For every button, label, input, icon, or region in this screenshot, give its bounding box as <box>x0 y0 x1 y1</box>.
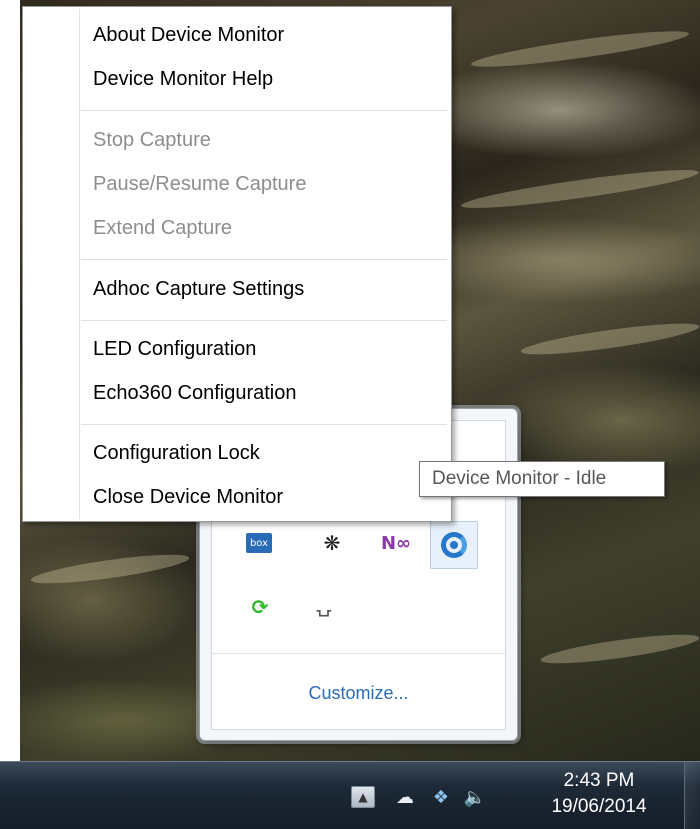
echo360-dot <box>450 541 458 549</box>
flyout-divider <box>212 653 505 654</box>
device-monitor-context-menu: About Device Monitor Device Monitor Help… <box>22 6 452 522</box>
show-hidden-icons-button[interactable]: ▲ <box>351 786 375 808</box>
menu-item-adhoc-capture-settings[interactable]: Adhoc Capture Settings <box>93 269 304 309</box>
sync-refresh-icon[interactable]: ⟳ <box>246 593 274 621</box>
menu-separator <box>81 424 447 426</box>
menu-separator <box>81 320 447 322</box>
menu-item-help[interactable]: Device Monitor Help <box>93 59 273 99</box>
dropbox-icon[interactable]: ❖ <box>428 786 454 808</box>
screen-edge <box>0 0 20 829</box>
taskbar-clock[interactable]: 2:43 PM 19/06/2014 <box>534 768 664 820</box>
wallpaper-streak <box>459 163 700 215</box>
onenote-icon[interactable]: N∞ <box>381 529 411 557</box>
wallpaper-streak <box>519 317 700 361</box>
menu-item-pause-resume-capture[interactable]: Pause/Resume Capture <box>93 164 306 204</box>
menu-item-extend-capture[interactable]: Extend Capture <box>93 208 232 248</box>
wallpaper-streak <box>539 628 700 670</box>
menu-separator <box>81 110 447 112</box>
menu-item-configuration-lock[interactable]: Configuration Lock <box>93 433 260 473</box>
device-monitor-tooltip: Device Monitor - Idle <box>419 461 665 497</box>
menu-item-led-configuration[interactable]: LED Configuration <box>93 329 256 369</box>
menu-icon-gutter <box>79 9 80 519</box>
menu-item-close-device-monitor[interactable]: Close Device Monitor <box>93 477 283 517</box>
show-desktop-button[interactable] <box>684 762 700 829</box>
wallpaper-streak <box>469 24 691 74</box>
box-icon[interactable]: box <box>246 533 272 553</box>
menu-item-about[interactable]: About Device Monitor <box>93 15 284 55</box>
speaker-icon[interactable]: 🔈 <box>462 786 488 808</box>
menu-item-stop-capture[interactable]: Stop Capture <box>93 120 211 160</box>
animal-icon[interactable]: ❋ <box>318 529 346 557</box>
bell-icon[interactable]: ⍽ <box>310 591 338 619</box>
echo360-icon[interactable] <box>430 521 478 569</box>
clock-date: 19/06/2014 <box>551 796 647 817</box>
menu-item-echo360-configuration[interactable]: Echo360 Configuration <box>93 373 296 413</box>
clock-time: 2:43 PM <box>563 770 635 791</box>
cloud-icon[interactable]: ☁ <box>392 786 418 808</box>
taskbar: ▲ ☁ ❖ 🔈 2:43 PM 19/06/2014 <box>0 761 700 829</box>
box-icon-label: box <box>249 537 269 549</box>
wallpaper-streak <box>29 548 191 590</box>
customize-link[interactable]: Customize... <box>212 683 505 704</box>
menu-separator <box>81 259 447 261</box>
